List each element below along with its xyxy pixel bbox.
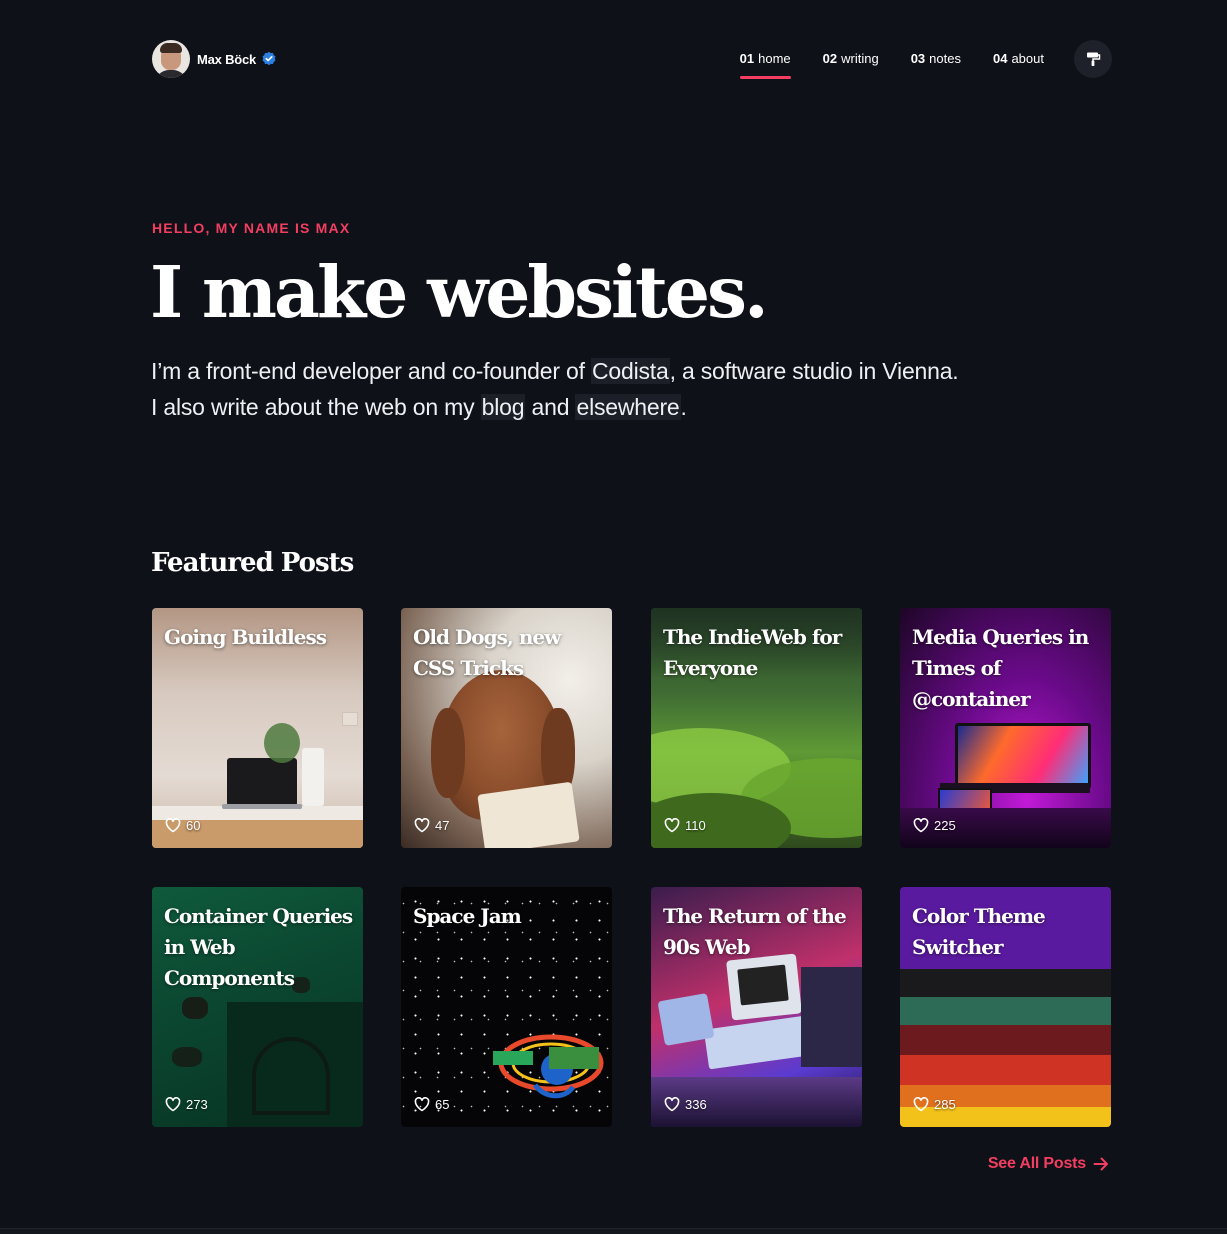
heart-icon — [414, 818, 430, 833]
post-title: Going Buildless — [164, 625, 327, 649]
hero-kicker: HELLO, MY NAME IS MAX — [152, 220, 351, 236]
avatar — [152, 40, 190, 78]
post-card-return-of-90s-web[interactable]: The Return of the 90s Web 336 — [651, 887, 862, 1127]
paint-roller-icon — [1087, 52, 1101, 66]
codista-link[interactable]: Codista — [590, 358, 670, 384]
post-card-indieweb-for-everyone[interactable]: The IndieWeb for Everyone 110 — [651, 608, 862, 848]
heart-icon — [165, 818, 181, 833]
post-likes: 60 — [165, 818, 200, 833]
elsewhere-link[interactable]: elsewhere — [575, 394, 681, 420]
post-title: Container Queries in Web Components — [164, 904, 353, 990]
post-likes: 336 — [664, 1097, 707, 1112]
post-likes: 273 — [165, 1097, 208, 1112]
post-title: The IndieWeb for Everyone — [663, 625, 842, 680]
post-card-space-jam[interactable]: Space Jam 65 — [401, 887, 612, 1127]
heart-icon — [913, 1097, 929, 1112]
space-jam-logo — [493, 1034, 604, 1099]
nav-item-about[interactable]: 04 about — [993, 40, 1044, 78]
heart-icon — [414, 1097, 430, 1112]
see-all-posts-link[interactable]: See All Posts — [988, 1155, 1109, 1173]
blog-link[interactable]: blog — [480, 394, 526, 420]
post-title: Media Queries in Times of @container — [912, 625, 1089, 711]
arrow-right-icon — [1093, 1157, 1108, 1171]
post-card-old-dogs-new-css-tricks[interactable]: Old Dogs, new CSS Tricks 47 — [401, 608, 612, 848]
hero-intro: I’m a front-end developer and co-founder… — [151, 358, 959, 420]
footer-divider — [0, 1228, 1227, 1234]
theme-switcher-button[interactable] — [1074, 40, 1112, 78]
post-card-media-queries-container[interactable]: Media Queries in Times of @container 225 — [900, 608, 1111, 848]
heart-icon — [165, 1097, 181, 1112]
post-title: The Return of the 90s Web — [663, 904, 847, 959]
post-likes: 47 — [414, 818, 449, 833]
post-likes: 225 — [913, 818, 956, 833]
heart-icon — [664, 1097, 680, 1112]
post-likes: 110 — [664, 818, 706, 833]
post-title: Color Theme Switcher — [912, 904, 1046, 959]
post-card-color-theme-switcher[interactable]: Color Theme Switcher 285 — [900, 887, 1111, 1127]
heart-icon — [664, 818, 680, 833]
post-title: Old Dogs, new CSS Tricks — [413, 625, 561, 680]
hero-headline: I make websites. — [150, 250, 769, 334]
post-likes: 65 — [414, 1097, 449, 1112]
home-link[interactable]: Max Böck — [152, 40, 277, 78]
post-card-going-buildless[interactable]: Going Buildless 60 — [152, 608, 363, 848]
nav-item-writing[interactable]: 02 writing — [823, 40, 879, 78]
post-title: Space Jam — [413, 904, 522, 928]
site-owner-name: Max Böck — [197, 51, 257, 67]
featured-posts-heading: Featured Posts — [151, 548, 354, 578]
post-card-container-queries-web-components[interactable]: Container Queries in Web Components 273 — [152, 887, 363, 1127]
verified-badge-icon — [262, 51, 276, 66]
nav-item-notes[interactable]: 03 notes — [911, 40, 961, 78]
post-likes: 285 — [913, 1097, 956, 1112]
heart-icon — [913, 818, 929, 833]
site-header: Max Böck 01 home 02 writing 03 notes 04 abou… — [152, 40, 1112, 79]
nav-item-home[interactable]: 01 home — [739, 40, 791, 79]
main-nav: 01 home 02 writing 03 notes 04 about — [708, 40, 1044, 79]
